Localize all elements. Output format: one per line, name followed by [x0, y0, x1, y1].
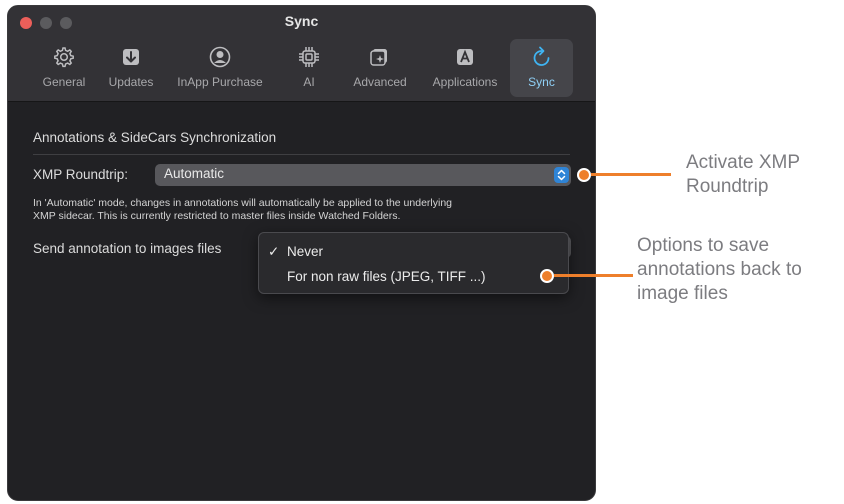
menu-item-label: For non raw files (JPEG, TIFF ...) [287, 269, 486, 284]
menu-item-never[interactable]: ✓ Never [259, 241, 568, 263]
person-circle-icon [168, 43, 272, 71]
tab-label: Updates [108, 75, 154, 89]
xmp-roundtrip-value: Automatic [164, 166, 225, 181]
callout-dot [540, 269, 554, 283]
app-a-icon [422, 43, 508, 71]
help-line: XMP sidecar. This is currently restricte… [33, 210, 401, 222]
callout-save-options: Options to save annotations back to imag… [637, 234, 802, 306]
menu-item-label: Never [287, 244, 324, 259]
tab-label: Advanced [353, 75, 407, 89]
callout-line-text: Options to save [637, 235, 770, 256]
tab-label: InApp Purchase [177, 75, 263, 89]
chevron-up-down-icon [554, 167, 569, 183]
preferences-window: Sync General Updates InApp Purchase AI A… [7, 5, 596, 501]
chip-icon [284, 43, 334, 71]
tab-sync[interactable]: Sync [510, 39, 573, 97]
window-title: Sync [284, 13, 319, 29]
tab-updates[interactable]: Updates [102, 39, 160, 97]
download-icon [102, 43, 160, 71]
tab-label: General [42, 75, 86, 89]
callout-line [591, 173, 671, 176]
tab-inapp-purchase[interactable]: InApp Purchase [168, 39, 272, 97]
divider [33, 154, 570, 155]
callout-line [554, 274, 633, 277]
callout-line-text: image files [637, 283, 728, 304]
tab-advanced[interactable]: Advanced [346, 39, 414, 97]
callout-line-text: Activate XMP [686, 152, 801, 173]
tab-general[interactable]: General [35, 39, 93, 97]
tab-label: AI [303, 75, 315, 89]
help-line: In 'Automatic' mode, changes in annotati… [33, 197, 453, 209]
callout-activate-xmp: Activate XMP Roundtrip [686, 151, 800, 199]
callout-line-text: annotations back to [637, 259, 802, 280]
menu-item-non-raw-files[interactable]: For non raw files (JPEG, TIFF ...) [259, 266, 568, 288]
sync-arrow-icon [510, 43, 573, 71]
xmp-roundtrip-select[interactable]: Automatic [155, 164, 571, 186]
callout-dot [577, 168, 591, 182]
tab-label: Sync [528, 75, 555, 89]
section-title: Annotations & SideCars Synchronization [33, 130, 277, 145]
callout-line-text: Roundtrip [686, 176, 769, 197]
gear-icon [35, 43, 93, 71]
send-annotation-popup-menu: ✓ Never For non raw files (JPEG, TIFF ..… [258, 232, 569, 294]
advanced-photo-icon [346, 43, 414, 71]
tab-label: Applications [432, 75, 498, 89]
xmp-roundtrip-label: XMP Roundtrip: [33, 167, 129, 182]
preferences-toolbar: Sync General Updates InApp Purchase AI A… [8, 6, 595, 102]
tab-ai[interactable]: AI [284, 39, 334, 97]
send-annotation-label: Send annotation to images files [33, 241, 222, 256]
checkmark-icon: ✓ [268, 244, 280, 259]
xmp-help-text: In 'Automatic' mode, changes in annotati… [33, 197, 583, 223]
tab-applications[interactable]: Applications [422, 39, 508, 97]
